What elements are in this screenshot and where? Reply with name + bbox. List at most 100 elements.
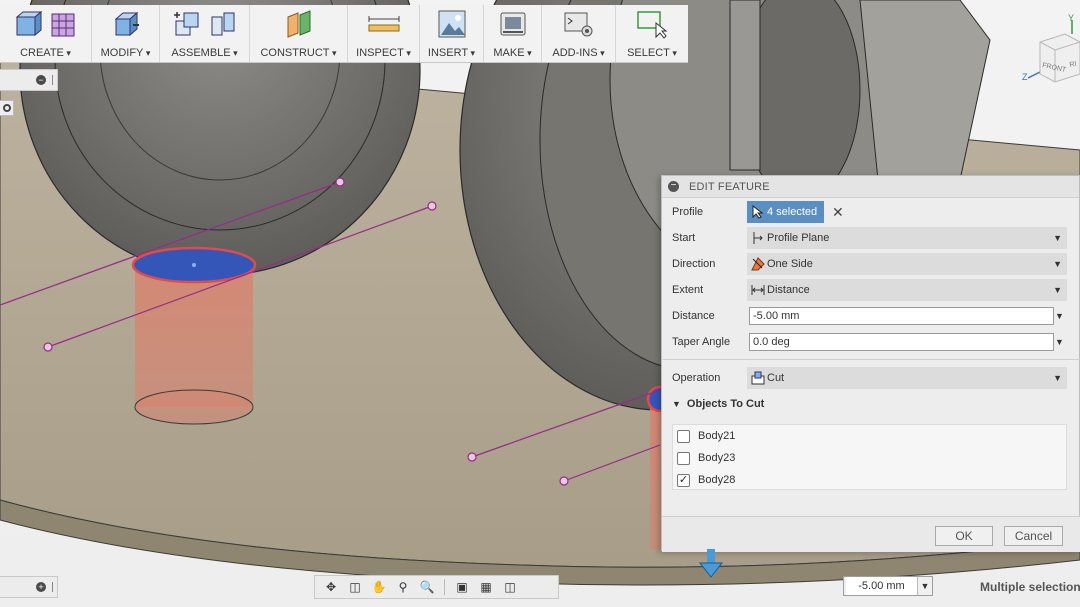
target-radio-icon[interactable] [0,100,14,116]
taper-angle-row: Taper Angle 0.0 deg ▼ [662,331,1080,353]
extrude-box-icon [15,10,42,37]
operation-row: Operation Cut ▼ [662,367,1080,389]
toolbar-add-ins[interactable]: ADD-INS [542,5,616,62]
browser-panel-collapsed[interactable]: − [0,69,58,91]
joint-icon [211,12,234,36]
toolbar-add-ins-label: ADD-INS [552,47,604,59]
comments-panel-collapsed[interactable]: + [0,576,58,598]
axis-y-label: Y [1068,13,1074,23]
start-label: Start [672,232,696,244]
view-cube[interactable]: Y Z FRONT RI [1020,12,1080,87]
list-item[interactable]: Body23 [673,447,1066,469]
dialog-title: EDIT FEATURE [689,180,770,193]
start-dropdown[interactable]: Profile Plane ▼ [747,227,1067,249]
operation-value: Cut [767,372,785,384]
expand-triangle-icon: ▼ [672,399,681,409]
dimension-value-input[interactable]: -5.00 mm [846,577,918,595]
separator [444,579,445,595]
toolbar-select[interactable]: SELECT [616,5,688,62]
distance-input[interactable]: -5.00 mm [749,307,1054,325]
toolbar-inspect-label: INSPECT [356,47,411,59]
expand-icon[interactable]: + [36,582,46,592]
chevron-down-icon: ▼ [1053,285,1062,295]
taper-angle-label: Taper Angle [672,336,731,348]
body-checkbox[interactable] [677,451,690,465]
cut-icon [751,371,765,385]
construction-plane-icon [287,10,310,38]
direction-row: Direction One Side ▼ [662,253,1080,275]
chevron-down-icon[interactable]: ▼ [1055,311,1064,321]
direction-value: One Side [767,258,813,270]
toolbar-create-label: CREATE [20,47,71,59]
dialog-collapse-icon[interactable]: − [668,181,679,192]
cut-preview-left-bottom [134,389,254,425]
dimension-input-box: -5.00 mm ▼ [843,576,933,596]
chevron-down-icon[interactable]: ▼ [1055,337,1064,347]
zoom-icon[interactable]: ⚲ [393,578,413,596]
clear-selection-icon[interactable]: ✕ [832,204,844,221]
orbit-icon[interactable]: ✥ [321,578,341,596]
body-name: Body23 [698,452,736,464]
fit-zoom-icon[interactable]: 🔍 [417,578,437,596]
display-settings-icon[interactable]: ▣ [452,578,472,596]
scripts-gear-icon [564,12,592,37]
operation-label: Operation [672,372,721,384]
body-checkbox-checked[interactable]: ✓ [677,473,690,487]
list-item[interactable]: ✓ Body28 [673,469,1066,491]
profile-selection-count: 4 selected [767,206,818,218]
objects-to-cut-list: Body21 Body23 ✓ Body28 [672,424,1067,490]
pan-hand-icon[interactable]: ✋ [369,578,389,596]
chevron-down-icon[interactable]: ▼ [918,581,932,591]
list-item[interactable]: Body21 [673,425,1066,447]
extrude-drag-arrow-icon[interactable] [697,549,725,579]
toolbar-make[interactable]: MAKE [484,5,542,62]
navigation-toolbar: ✥ ◫ ✋ ⚲ 🔍 ▣ ▦ ◫ [314,575,559,599]
insert-image-icon [438,10,465,38]
extent-row: Extent Distance ▼ [662,279,1080,301]
toolbar-create[interactable]: CREATE [0,5,92,62]
toolbar-assemble-label: ASSEMBLE [171,47,237,59]
toolbar-select-label: SELECT [627,47,677,59]
panel-grip[interactable] [52,75,53,85]
press-pull-icon [114,11,139,37]
taper-angle-input[interactable]: 0.0 deg [749,333,1054,351]
objects-to-cut-header[interactable]: ▼ Objects To Cut [672,398,764,410]
profile-plane-icon [753,232,763,244]
panel-grip[interactable] [52,582,53,592]
one-side-icon [751,257,765,271]
collapse-icon[interactable]: − [36,75,46,85]
measure-ruler-icon [368,16,399,32]
cut-preview-left [135,265,253,407]
toolbar-inspect[interactable]: INSPECT [348,5,420,62]
distance-label: Distance [672,310,715,322]
look-at-icon[interactable]: ◫ [345,578,365,596]
extent-value: Distance [767,284,810,296]
operation-dropdown[interactable]: Cut ▼ [747,367,1067,389]
axle-post [729,0,761,171]
status-message: Multiple selections [980,580,1080,594]
start-value: Profile Plane [767,232,830,244]
body-checkbox[interactable] [677,429,690,443]
ok-button[interactable]: OK [935,526,993,546]
toolbar-modify[interactable]: MODIFY [92,5,160,62]
select-window-icon [637,11,668,39]
cursor-arrow-icon [752,205,764,219]
direction-dropdown[interactable]: One Side ▼ [747,253,1067,275]
extent-dropdown[interactable]: Distance ▼ [747,279,1067,301]
chevron-down-icon: ▼ [1053,373,1062,383]
profile-label: Profile [672,206,704,218]
toolbar-modify-label: MODIFY [101,47,151,59]
dialog-footer: OK Cancel [662,516,1080,552]
chevron-down-icon: ▼ [1053,233,1062,243]
toolbar-construct[interactable]: CONSTRUCT [250,5,348,62]
dialog-header[interactable]: − EDIT FEATURE [662,176,1079,198]
toolbar-assemble[interactable]: ASSEMBLE [160,5,250,62]
cancel-button[interactable]: Cancel [1004,526,1063,546]
extent-label: Extent [672,284,704,296]
profile-selection-chip[interactable]: 4 selected [747,201,824,223]
grid-snaps-icon[interactable]: ▦ [476,578,496,596]
viewports-icon[interactable]: ◫ [500,578,520,596]
toolbar-insert[interactable]: INSERT [420,5,484,62]
body-name: Body21 [698,430,736,442]
divider [662,359,1080,360]
